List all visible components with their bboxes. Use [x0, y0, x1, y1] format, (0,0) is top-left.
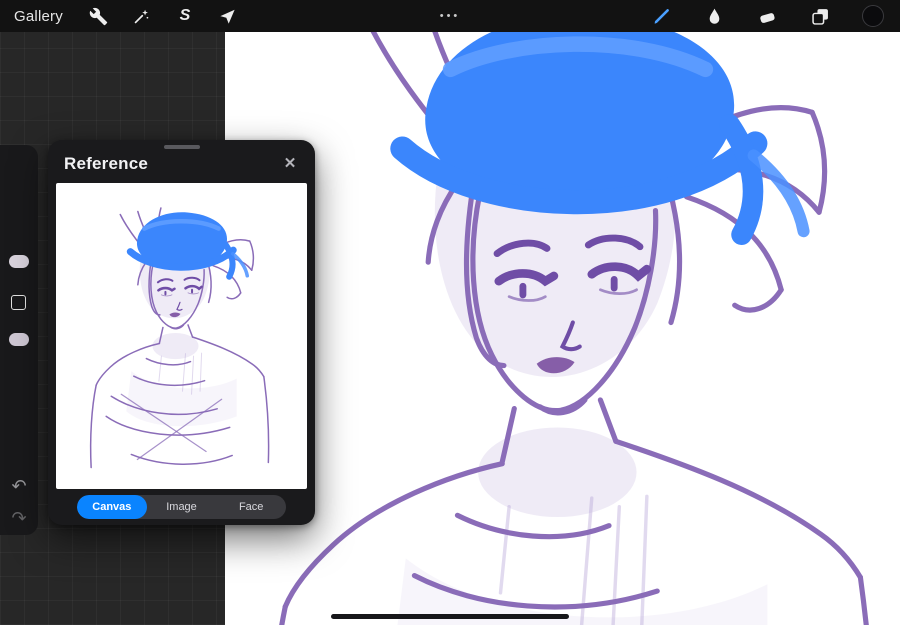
toolbar-right-group — [644, 0, 896, 32]
tab-face[interactable]: Face — [216, 495, 286, 519]
home-indicator[interactable] — [331, 614, 569, 619]
paint-brush-icon — [654, 8, 669, 24]
close-icon[interactable]: ✕ — [279, 153, 301, 175]
brush-size-slider[interactable] — [9, 255, 29, 268]
reference-canvas-preview[interactable] — [56, 183, 307, 489]
magic-wand-icon — [135, 9, 149, 23]
actions-button[interactable] — [85, 2, 113, 30]
undo-button[interactable]: ↶ — [0, 473, 38, 499]
smudge-icon — [709, 8, 719, 24]
redo-button[interactable]: ↷ — [0, 505, 38, 531]
brush-button[interactable] — [644, 2, 678, 30]
panel-drag-handle[interactable] — [163, 145, 200, 149]
transform-button[interactable] — [214, 2, 242, 30]
layers-button[interactable] — [803, 2, 837, 30]
drawing-canvas[interactable] — [225, 32, 900, 625]
layers-icon — [811, 8, 828, 25]
active-color-swatch — [862, 5, 884, 27]
selection-s-icon: S — [179, 7, 191, 24]
wrench-icon — [90, 7, 108, 25]
canvas-options-button[interactable]: ••• — [440, 0, 461, 32]
reference-artwork — [56, 183, 307, 489]
transform-arrow-icon — [220, 9, 236, 24]
eraser-button[interactable] — [750, 2, 784, 30]
selection-button[interactable]: S — [171, 2, 199, 30]
reference-title: Reference — [64, 154, 149, 173]
adjustments-button[interactable] — [128, 2, 156, 30]
gallery-button[interactable]: Gallery — [14, 8, 63, 25]
smudge-button[interactable] — [697, 2, 731, 30]
modify-button[interactable] — [11, 295, 26, 310]
tab-canvas[interactable]: Canvas — [77, 495, 147, 519]
toolbar-left-group: Gallery S — [0, 0, 257, 32]
reference-tab-bar: Canvas Image Face — [77, 495, 286, 519]
top-toolbar: Gallery S ••• — [0, 0, 900, 32]
tab-image[interactable]: Image — [147, 495, 217, 519]
color-button[interactable] — [856, 2, 890, 30]
side-control-bar: ↶ ↷ — [0, 145, 38, 535]
opacity-slider[interactable] — [9, 333, 29, 346]
reference-panel: Reference ✕ Canvas Image Face — [48, 140, 315, 525]
eraser-icon — [759, 12, 775, 23]
procreate-app-screen: Gallery S ••• ↶ ↷ Reference ✕ Canvas Ima… — [0, 0, 900, 625]
canvas-artwork — [225, 32, 900, 625]
